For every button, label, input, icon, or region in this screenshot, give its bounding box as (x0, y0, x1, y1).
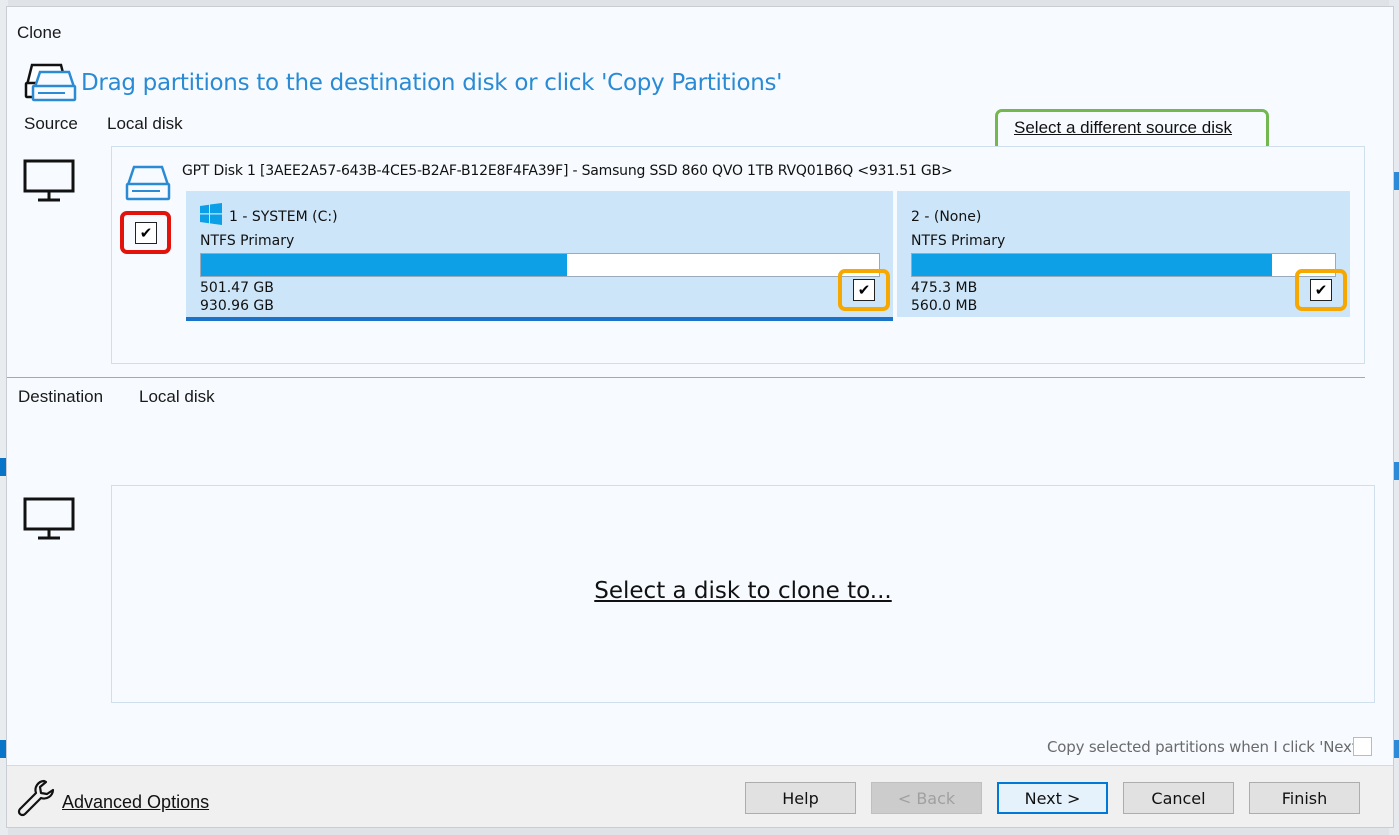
copy-on-next-checkbox[interactable] (1353, 737, 1372, 756)
partition-total: 560.0 MB (911, 298, 978, 314)
dialog-title: Clone (17, 23, 62, 42)
help-button[interactable]: Help (745, 782, 856, 814)
partition-2[interactable]: 2 - (None) NTFS Primary 475.3 MB 560.0 M… (897, 191, 1350, 317)
clone-dialog: Clone Drag partitions to the destination… (6, 6, 1394, 828)
next-button[interactable]: Next > (997, 782, 1108, 814)
select-destination-disk-link[interactable]: Select a disk to clone to... (594, 578, 891, 604)
computer-icon (23, 159, 75, 202)
wrench-icon (17, 779, 55, 817)
destination-label: Destination (18, 387, 104, 406)
partition-used: 475.3 MB (911, 280, 978, 296)
partition-type: NTFS Primary (200, 233, 295, 249)
usage-bar (200, 253, 880, 277)
destination-disk-panel: Select a disk to clone to... (111, 485, 1375, 703)
partition-type: NTFS Primary (911, 233, 1006, 249)
copy-on-next-label: Copy selected partitions when I click 'N… (1047, 738, 1362, 756)
usage-bar (911, 253, 1336, 277)
destination-type: Local disk (139, 387, 215, 406)
back-button[interactable]: < Back (871, 782, 982, 814)
partition-checkbox[interactable]: ✔ (1310, 279, 1332, 301)
cancel-button[interactable]: Cancel (1123, 782, 1234, 814)
source-disk-title: GPT Disk 1 [3AEE2A57-643B-4CE5-B2AF-B12E… (182, 163, 953, 179)
hard-disk-icon (125, 165, 171, 201)
partition-1[interactable]: 1 - SYSTEM (C:) NTFS Primary 501.47 GB 9… (186, 191, 893, 321)
partition-checkbox[interactable]: ✔ (853, 279, 875, 301)
dialog-footer: Advanced Options Help < Back Next > Canc… (7, 765, 1393, 827)
finish-button[interactable]: Finish (1249, 782, 1360, 814)
computer-icon (23, 497, 75, 540)
instruction-header: Drag partitions to the destination disk … (81, 70, 783, 96)
partition-used: 501.47 GB (200, 280, 274, 296)
checkmark-icon: ✔ (139, 225, 153, 242)
checkmark-icon: ✔ (857, 282, 871, 299)
checkmark-icon: ✔ (1314, 282, 1328, 299)
destination-link-wrapper: Select a disk to clone to... (112, 578, 1374, 604)
partition-name: 1 - SYSTEM (C:) (229, 209, 338, 225)
source-label: Source (24, 114, 78, 133)
select-source-disk-link[interactable]: Select a different source disk (1014, 118, 1232, 138)
windows-logo-icon (200, 203, 222, 225)
advanced-options-link[interactable]: Advanced Options (62, 792, 209, 813)
partition-name: 2 - (None) (911, 209, 982, 225)
usage-bar-fill (201, 254, 568, 276)
source-type: Local disk (107, 114, 183, 133)
source-disk-panel: GPT Disk 1 [3AEE2A57-643B-4CE5-B2AF-B12E… (111, 146, 1365, 364)
usage-bar-fill (912, 254, 1272, 276)
partition-total: 930.96 GB (200, 298, 274, 314)
disk-checkbox[interactable]: ✔ (135, 222, 157, 244)
clone-disks-icon (24, 63, 77, 102)
section-divider (7, 377, 1365, 378)
